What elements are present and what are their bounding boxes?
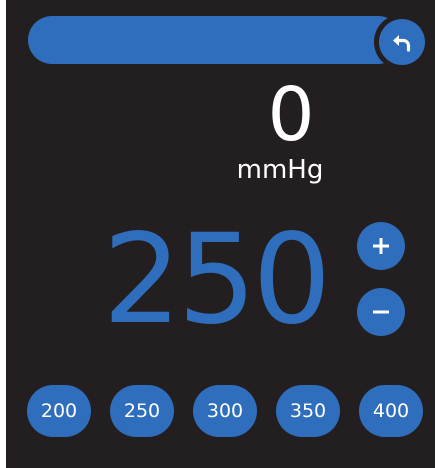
increment-button[interactable] (357, 222, 405, 270)
current-pressure-value: 0 (267, 72, 315, 158)
preset-button-250[interactable]: 250 (110, 385, 174, 437)
progress-bar (28, 16, 402, 64)
preset-button-300[interactable]: 300 (193, 385, 257, 437)
preset-button-350[interactable]: 350 (276, 385, 340, 437)
preset-button-200[interactable]: 200 (27, 385, 91, 437)
back-button[interactable] (379, 19, 425, 65)
control-panel: 0 mmHg 250 200 250 300 350 400 (6, 0, 435, 468)
decrement-button[interactable] (357, 288, 405, 336)
plus-icon (373, 238, 389, 254)
pressure-unit-label: mmHg (236, 155, 324, 185)
minus-icon (373, 310, 389, 314)
undo-arrow-icon (393, 35, 411, 52)
preset-button-400[interactable]: 400 (359, 385, 423, 437)
target-pressure-value: 250 (102, 208, 332, 352)
